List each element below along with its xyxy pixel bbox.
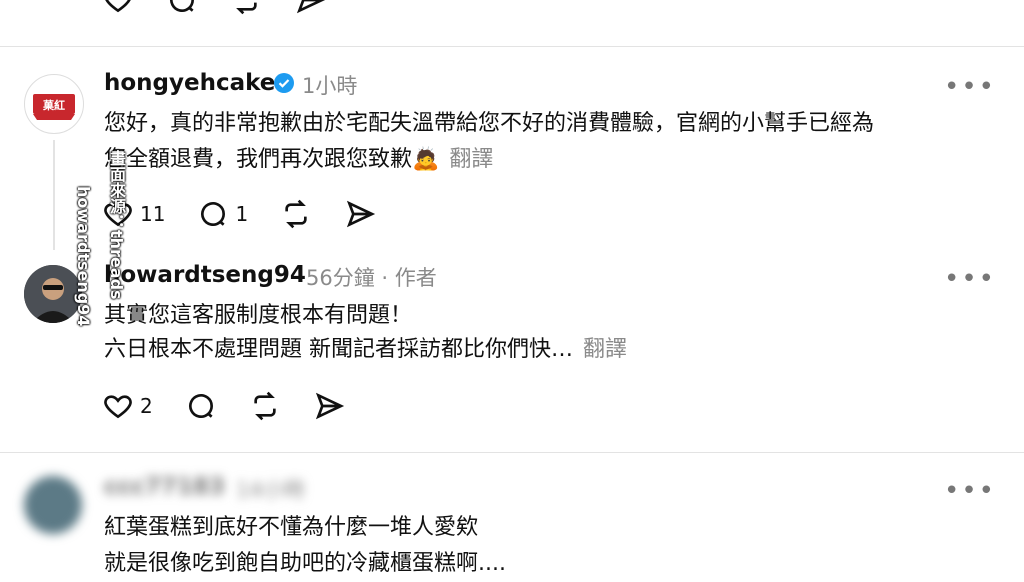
post-username[interactable]: howardtseng94 (104, 262, 306, 288)
post-text: 六日根本不處理問題 新聞記者採訪都比你們快… (104, 337, 573, 362)
post-actions: 11 1 (102, 198, 408, 230)
brand-logo-icon: 菓紅 (33, 94, 75, 120)
translate-link[interactable]: 翻譯 (583, 337, 627, 362)
comment-button[interactable]: 1 (197, 198, 248, 230)
share-button[interactable] (344, 198, 376, 230)
share-icon (296, 0, 326, 14)
like-count: 2 (140, 394, 153, 418)
repost-button[interactable] (280, 198, 312, 230)
translate-link[interactable]: 翻譯 (449, 147, 493, 172)
post-username[interactable]: ccc77183 (104, 474, 225, 500)
like-count: 11 (140, 202, 166, 226)
post-username[interactable]: hongyehcake (104, 70, 275, 96)
repost-icon (254, 391, 276, 421)
repost-icon (285, 199, 307, 229)
repost-icon (236, 2, 257, 15)
comment-icon (201, 202, 226, 226)
post-actions: 2 (102, 390, 377, 422)
top-action-row (102, 0, 358, 16)
repost-button[interactable] (230, 0, 262, 16)
source-watermark: howardtseng94 (74, 186, 93, 327)
comment-icon (170, 0, 195, 12)
post-text-line: 六日根本不處理問題 新聞記者採訪都比你們快… 翻譯 (104, 332, 627, 368)
heart-icon (105, 0, 131, 13)
comment-icon (188, 394, 213, 418)
post-text: 您全額退費，我們再次跟您致歉🙇 (104, 147, 440, 172)
avatar-hongyehcake[interactable]: 菓紅 (24, 74, 84, 134)
post-text-line: 您全額退費，我們再次跟您致歉🙇 翻譯 (104, 142, 493, 178)
post-text-line: 就是很像吃到飽自助吧的冷藏櫃蛋糕啊.... (104, 551, 506, 576)
share-icon (347, 200, 376, 228)
more-options-button[interactable]: ••• (944, 264, 996, 294)
post-text-line: 您好，真的非常抱歉由於宅配失溫帶給您不好的消費體驗，官網的小幫手已經為 (104, 111, 875, 136)
comment-count: 1 (235, 202, 249, 226)
post-text-line: 其實您這客服制度根本有問題！ (104, 303, 413, 328)
source-watermark: 畫面來源：threads (107, 150, 126, 300)
share-button[interactable] (294, 0, 326, 16)
verified-badge-icon (274, 73, 294, 97)
more-options-button[interactable]: ••• (944, 72, 996, 102)
thread-line (53, 140, 55, 250)
avatar-blurred[interactable] (24, 476, 82, 534)
post-timestamp[interactable]: 56分鐘 · 作者 (306, 262, 437, 292)
repost-button[interactable] (249, 390, 281, 422)
like-button[interactable] (102, 0, 134, 16)
comment-button[interactable] (185, 390, 217, 422)
like-button[interactable]: 2 (102, 390, 153, 422)
comment-button[interactable] (166, 0, 198, 16)
more-options-button[interactable]: ••• (944, 476, 996, 506)
post-text-line: 紅葉蛋糕到底好不懂為什麼一堆人愛欸 (104, 515, 479, 540)
post-timestamp[interactable]: 14小時 (236, 474, 305, 504)
share-icon (315, 392, 344, 420)
svg-text:菓紅: 菓紅 (42, 98, 65, 112)
share-button[interactable] (313, 390, 345, 422)
divider (0, 46, 1024, 47)
divider (0, 452, 1024, 453)
post-timestamp[interactable]: 1小時 (302, 70, 357, 100)
heart-icon (104, 395, 132, 419)
